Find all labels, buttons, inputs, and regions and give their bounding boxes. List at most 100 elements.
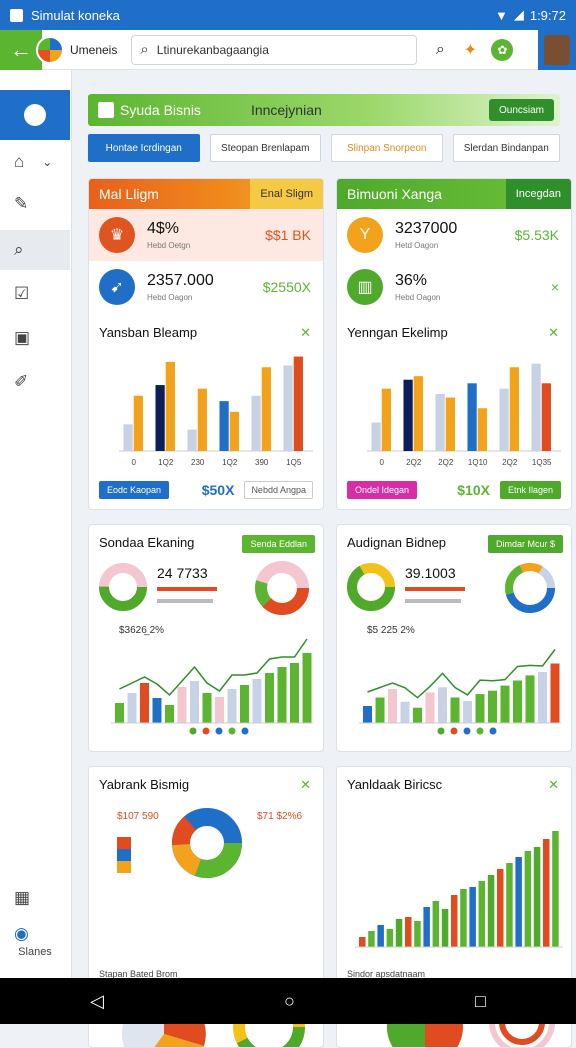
bar xyxy=(293,356,303,451)
legend-dot xyxy=(437,727,445,735)
checkbox-icon[interactable]: ☑ xyxy=(0,274,70,314)
archive-icon[interactable]: ▣ xyxy=(0,318,70,358)
eagle-icon[interactable]: ✦ xyxy=(455,35,485,65)
close-icon[interactable]: ✕ xyxy=(548,777,559,793)
bar xyxy=(197,388,207,451)
sidebar-home-button[interactable] xyxy=(0,90,70,140)
tab-1[interactable]: Hontae Icrdingan xyxy=(88,134,200,162)
kpi-right-1: Y 3237000 Hetd Oagon $5.53K xyxy=(337,209,571,261)
banner-subtitle: Inncejynian xyxy=(250,102,322,118)
edit-icon[interactable]: ✎ xyxy=(0,184,70,224)
combo-chart xyxy=(111,638,313,735)
home-nav-icon[interactable]: ○ xyxy=(284,991,295,1012)
legend-dot xyxy=(450,727,458,735)
bar xyxy=(469,887,476,947)
combo-bar xyxy=(152,698,162,723)
card-title: Sondaa Ekaning xyxy=(99,535,195,550)
tick-label: 1Q2 xyxy=(222,458,238,467)
settings-icon[interactable]: ✿ xyxy=(491,38,514,61)
chart-title: Yansban Bleamp xyxy=(99,325,198,340)
calendar-icon[interactable]: ▦ xyxy=(0,878,70,918)
banner: Syuda Bisnis Inncejynian Ouncsiam xyxy=(88,94,560,126)
kpi-right: $2550X xyxy=(262,279,311,295)
bar xyxy=(413,376,423,451)
recents-nav-icon[interactable]: □ xyxy=(475,991,486,1012)
secondary-button[interactable]: Nebdd Angpa xyxy=(244,481,313,499)
combo-bar xyxy=(438,687,447,723)
bar xyxy=(359,937,366,947)
bar xyxy=(229,411,239,451)
bar xyxy=(541,383,551,451)
combo-bar xyxy=(127,693,137,723)
combo-bar xyxy=(400,701,410,723)
donut-chart xyxy=(347,563,395,611)
combo-bar xyxy=(302,653,312,723)
combo-bar xyxy=(388,689,397,723)
search-input[interactable]: ⌕ Ltinurekanbagaangia xyxy=(131,34,418,65)
combo-bar xyxy=(375,697,385,723)
tab-2[interactable]: Steopan Brenlapam xyxy=(209,134,321,162)
bar xyxy=(381,388,391,451)
bar xyxy=(445,397,455,451)
search-icon-button[interactable]: ⌕ xyxy=(425,35,455,65)
bar xyxy=(165,361,175,451)
card-pill[interactable]: Dimdar Mcur $ xyxy=(487,535,563,553)
value-1: $107 590 xyxy=(117,811,159,822)
card-mid-left: Sondaa Ekaning Senda Eddlan 24 7733 $362… xyxy=(88,524,324,752)
status-time: 1:9:72 xyxy=(529,7,566,23)
progress-bar xyxy=(157,599,213,603)
avatar[interactable] xyxy=(538,29,576,70)
home-icon[interactable]: ⌂ ⌄ xyxy=(0,142,70,182)
mid-value: $50X xyxy=(201,482,235,498)
close-icon[interactable]: ✕ xyxy=(548,325,559,341)
bar xyxy=(251,395,261,451)
bar xyxy=(261,367,271,451)
legend-dot xyxy=(476,727,484,735)
card-left-tag[interactable]: Enal Sligm xyxy=(250,179,323,209)
sidebar: ⌂ ⌄ ✎ ⌕ ☑ ▣ ✐ ▦ ◉ Slanes xyxy=(0,70,72,978)
primary-button[interactable]: Ondel Idegan xyxy=(347,481,418,499)
app-status-icon xyxy=(10,8,23,22)
tab-4[interactable]: Slerdan Bindanpan xyxy=(452,134,561,162)
ring-chart xyxy=(255,561,309,615)
bar xyxy=(155,385,165,451)
combo-bar xyxy=(525,675,535,723)
mid-value: $10X xyxy=(457,482,490,498)
card-right-title: Bimuoni Xanga xyxy=(347,186,442,202)
kpi-label: Hetd Oagon xyxy=(395,241,439,250)
bar xyxy=(414,921,421,947)
back-nav-icon[interactable]: ◁ xyxy=(90,991,104,1012)
kpi-right[interactable]: × xyxy=(551,279,559,295)
combo-bar xyxy=(240,685,249,723)
close-icon[interactable]: ✕ xyxy=(300,325,311,341)
search-nav-icon[interactable]: ⌕ xyxy=(0,230,70,270)
bar xyxy=(543,839,550,947)
tab-3[interactable]: Slinpan Snorpeon xyxy=(331,134,443,162)
close-icon[interactable]: ✕ xyxy=(300,777,311,793)
combo-bar xyxy=(513,680,522,723)
combo-bar xyxy=(277,667,287,723)
primary-button[interactable]: Eodc Kaopan xyxy=(99,481,170,499)
card-pill[interactable]: Senda Eddlan xyxy=(242,535,315,553)
card-right-tag[interactable]: Incegdan xyxy=(505,179,571,209)
legend-dot xyxy=(189,727,197,735)
arrow-icon: ➹ xyxy=(99,269,135,305)
legend-dot xyxy=(489,727,497,735)
bar xyxy=(432,901,440,947)
combo-bar xyxy=(202,693,212,723)
tools-icon[interactable]: ✐ xyxy=(0,362,70,402)
sidebar-footer-label: Slanes xyxy=(18,946,52,958)
bar-chart-right: 0 2Q2 2Q2 1Q10 2Q2 1Q35 xyxy=(367,363,561,467)
tick-label: 2Q2 xyxy=(502,458,518,467)
banner-button[interactable]: Ouncsiam xyxy=(488,99,554,121)
big-number: 24 7733 xyxy=(157,565,208,581)
kpi-label: Hebd Oetgn xyxy=(147,241,191,250)
combo-bar xyxy=(215,697,224,723)
bar xyxy=(368,931,375,947)
combo-bar xyxy=(265,673,274,723)
combo-bar xyxy=(165,705,174,723)
secondary-button[interactable]: Etnk Ilagen xyxy=(499,481,561,499)
signal-icon: ◢ xyxy=(513,7,524,22)
card-mid-right: Audignan Bidnep Dimdar Mcur $ 39.1003 $5… xyxy=(336,524,572,752)
tick-label: 0 xyxy=(131,458,136,467)
